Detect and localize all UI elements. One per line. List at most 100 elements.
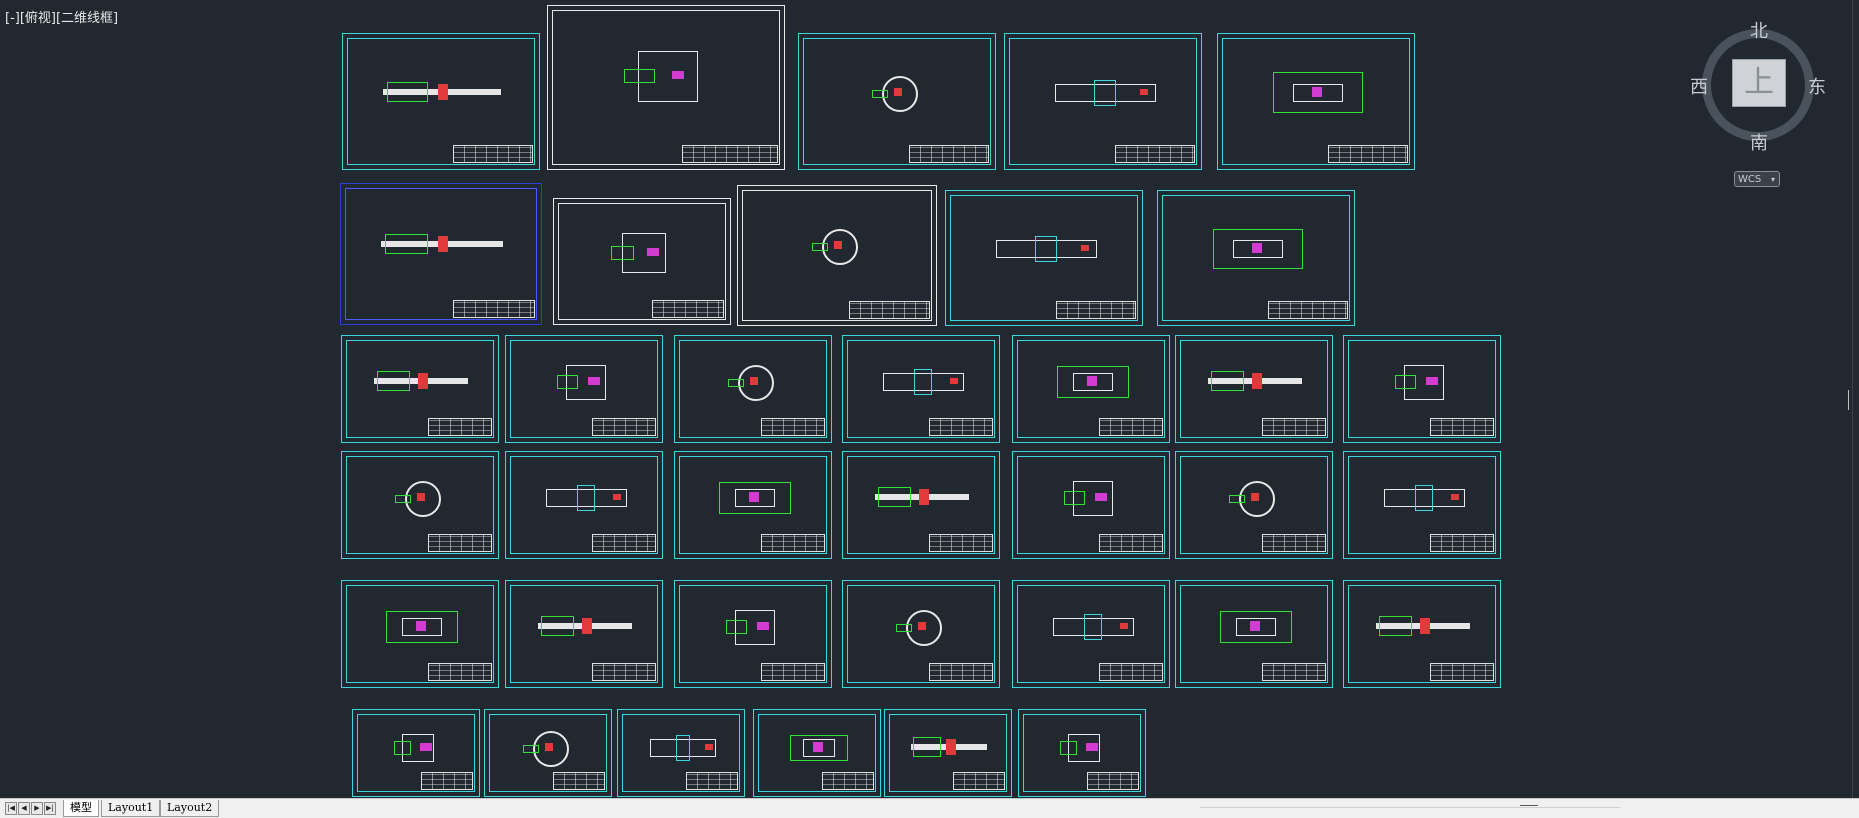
drawing-geometry — [1252, 243, 1262, 254]
vertical-scroll-handle[interactable] — [1848, 390, 1849, 410]
layout-tab-bar: |◀ ◀ ▶ ▶| 模型 Layout1 Layout2 — [0, 798, 1859, 818]
compass-north[interactable]: 北 — [1750, 17, 1768, 43]
drawing-sheet[interactable] — [341, 451, 499, 559]
drawing-sheet[interactable] — [842, 335, 1000, 443]
tab-layout2[interactable]: Layout2 — [160, 800, 220, 817]
drawing-geometry — [950, 378, 959, 385]
drawing-sheet[interactable] — [505, 451, 663, 559]
drawing-sheet[interactable] — [1343, 451, 1501, 559]
drawing-sheet[interactable] — [798, 33, 996, 170]
drawing-sheet[interactable] — [674, 580, 832, 688]
title-block — [1098, 534, 1163, 552]
drawing-geometry — [385, 233, 428, 254]
drawing-canvas[interactable]: [-][俯视][二维线框] 北 南 西 东 上 WCS ▾ — [0, 0, 1853, 798]
drawing-sheet[interactable] — [553, 198, 731, 325]
title-block — [427, 663, 492, 681]
drawing-sheet[interactable] — [1175, 580, 1333, 688]
title-block — [952, 772, 1005, 790]
drawing-sheets — [0, 0, 1852, 798]
drawing-sheet[interactable] — [1012, 580, 1170, 688]
viewcube[interactable]: 北 南 西 东 上 — [1690, 15, 1830, 165]
title-block — [1267, 301, 1348, 319]
drawing-geometry — [918, 622, 926, 631]
drawing-sheet[interactable] — [945, 190, 1143, 326]
drawing-geometry — [812, 243, 828, 252]
drawing-geometry — [386, 81, 429, 102]
next-tab-icon[interactable]: ▶ — [31, 802, 43, 815]
drawing-sheet[interactable] — [340, 183, 542, 325]
drawing-sheet[interactable] — [352, 709, 480, 797]
compass-east[interactable]: 东 — [1808, 73, 1826, 99]
chevron-down-icon: ▾ — [1770, 175, 1775, 184]
drawing-sheet[interactable] — [341, 335, 499, 443]
drawing-sheet[interactable] — [617, 709, 745, 797]
drawing-sheet[interactable] — [1175, 335, 1333, 443]
drawing-sheet[interactable] — [341, 580, 499, 688]
drawing-sheet[interactable] — [547, 5, 785, 170]
drawing-geometry — [757, 622, 770, 631]
drawing-sheet[interactable] — [1343, 580, 1501, 688]
title-block — [420, 772, 473, 790]
drawing-geometry — [728, 379, 744, 388]
drawing-sheet[interactable] — [505, 335, 663, 443]
drawing-sheet[interactable] — [1012, 451, 1170, 559]
drawing-geometry — [1426, 377, 1439, 386]
drawing-geometry — [1378, 616, 1413, 637]
tab-layout1[interactable]: Layout1 — [101, 800, 161, 817]
drawing-sheet[interactable] — [1012, 335, 1170, 443]
title-block — [760, 534, 825, 552]
title-block — [1098, 663, 1163, 681]
title-block — [427, 534, 492, 552]
drawing-geometry — [1415, 485, 1433, 512]
drawing-sheet[interactable] — [1018, 709, 1146, 797]
title-block — [1327, 145, 1408, 163]
drawing-geometry — [1419, 618, 1430, 635]
drawing-sheet[interactable] — [1157, 190, 1355, 326]
drawing-geometry — [1251, 493, 1259, 502]
title-block — [681, 145, 778, 163]
wcs-label: WCS — [1738, 174, 1762, 185]
drawing-sheet[interactable] — [737, 185, 937, 326]
drawing-geometry — [438, 83, 449, 100]
drawing-sheet[interactable] — [342, 33, 540, 170]
compass-west[interactable]: 西 — [1690, 73, 1708, 99]
last-tab-icon[interactable]: ▶| — [44, 802, 56, 815]
drawing-geometry — [749, 492, 759, 503]
viewcube-top-face[interactable]: 上 — [1732, 59, 1786, 107]
drawing-geometry — [1210, 371, 1245, 392]
drawing-geometry — [417, 373, 428, 390]
prev-tab-icon[interactable]: ◀ — [18, 802, 30, 815]
drawing-geometry — [1312, 86, 1322, 97]
drawing-sheet[interactable] — [884, 709, 1012, 797]
drawing-geometry — [646, 248, 659, 257]
drawing-sheet[interactable] — [1343, 335, 1501, 443]
drawing-sheet[interactable] — [674, 335, 832, 443]
title-block — [453, 300, 535, 318]
drawing-sheet[interactable] — [505, 580, 663, 688]
title-block — [591, 418, 656, 436]
wcs-menu[interactable]: WCS ▾ — [1734, 171, 1780, 187]
drawing-sheet[interactable] — [484, 709, 612, 797]
drawing-sheet[interactable] — [1004, 33, 1202, 170]
drawing-geometry — [1094, 79, 1116, 106]
first-tab-icon[interactable]: |◀ — [5, 802, 17, 815]
title-block — [452, 145, 533, 163]
horizontal-scrollbar[interactable] — [1200, 807, 1620, 808]
drawing-sheet[interactable] — [1175, 451, 1333, 559]
drawing-sheet[interactable] — [1217, 33, 1415, 170]
title-block — [1055, 301, 1136, 319]
title-block — [1429, 534, 1494, 552]
drawing-geometry — [540, 616, 575, 637]
drawing-sheet[interactable] — [842, 451, 1000, 559]
drawing-geometry — [416, 621, 426, 632]
compass-south[interactable]: 南 — [1750, 129, 1768, 155]
horizontal-scroll-thumb[interactable] — [1520, 805, 1538, 806]
drawing-sheet[interactable] — [674, 451, 832, 559]
drawing-geometry — [417, 493, 425, 502]
title-block — [1114, 145, 1195, 163]
tab-model[interactable]: 模型 — [63, 800, 99, 817]
title-block — [848, 301, 930, 319]
drawing-sheet[interactable] — [753, 709, 881, 797]
drawing-geometry — [918, 489, 929, 506]
drawing-sheet[interactable] — [842, 580, 1000, 688]
